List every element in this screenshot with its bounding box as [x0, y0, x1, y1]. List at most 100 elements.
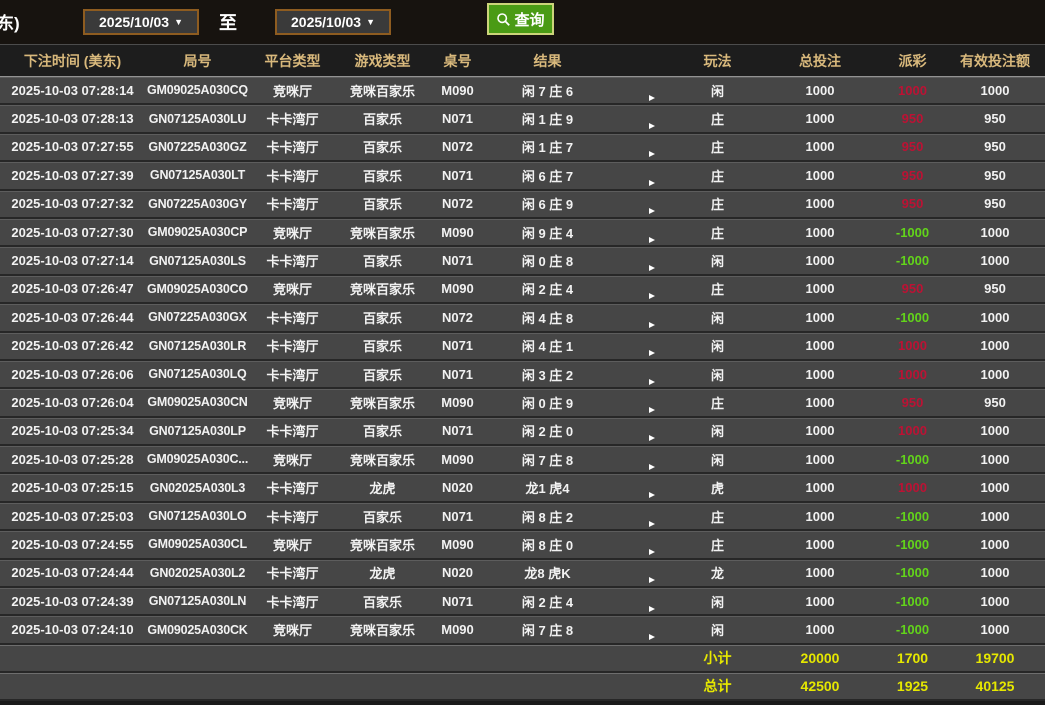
cell-valid-bet: 950 — [984, 281, 1006, 297]
cell-result: 闲 7 庄 8 — [521, 452, 574, 468]
cell-valid-bet: 950 — [984, 111, 1006, 127]
cell-game-type: 百家乐 — [362, 509, 402, 525]
cell-payout: -1000 — [895, 508, 930, 524]
search-button-label: 查询 — [514, 11, 545, 29]
chevron-down-icon: ▼ — [366, 17, 375, 27]
date-to-value: 2025/10/03 — [291, 14, 362, 30]
cell-bet-option: 闲 — [710, 254, 724, 270]
col-result: 结果 — [533, 52, 562, 69]
cell-round-id: GN07225A030GX — [148, 310, 247, 325]
cell-game-type: 百家乐 — [362, 594, 402, 610]
cell-payout: -1000 — [895, 253, 930, 269]
col-bet-option: 玩法 — [703, 52, 732, 69]
cell-round-id: GN07125A030LS — [149, 253, 246, 268]
cell-payout: 950 — [901, 139, 924, 155]
table-row: 2025-10-03 07:26:42 GN07125A030LR 卡卡湾厅 百… — [0, 332, 1045, 361]
cell-bet-time: 2025-10-03 07:27:32 — [11, 196, 134, 212]
cell-result: 龙8 虎K — [524, 566, 571, 582]
table-row: 2025-10-03 07:28:13 GN07125A030LU 卡卡湾厅 百… — [0, 105, 1045, 134]
cell-valid-bet: 1000 — [980, 309, 1010, 325]
cell-table-no: N020 — [441, 565, 474, 581]
table-row: 2025-10-03 07:27:32 GN07225A030GY 卡卡湾厅 百… — [0, 190, 1045, 219]
cell-valid-bet: 1000 — [980, 366, 1010, 382]
table-row: 2025-10-03 07:27:14 GN07125A030LS 卡卡湾厅 百… — [0, 247, 1045, 276]
cell-result: 闲 7 庄 8 — [521, 623, 574, 639]
cell-bet-option: 庄 — [710, 168, 724, 184]
cell-game-type: 竞咪百家乐 — [349, 623, 415, 639]
footer-strip — [0, 700, 1045, 705]
cell-bet-option: 庄 — [710, 282, 724, 298]
cell-payout: 950 — [901, 281, 924, 297]
cell-result: 闲 1 庄 7 — [521, 140, 574, 156]
cell-payout: 950 — [901, 111, 924, 127]
date-to-select[interactable]: 2025/10/03 ▼ — [275, 9, 391, 35]
search-icon — [496, 12, 511, 27]
cell-bet-option: 闲 — [710, 339, 724, 355]
cell-valid-bet: 1000 — [980, 565, 1010, 581]
col-bet-time: 下注时间 (美东) — [23, 52, 122, 69]
cell-result: 闲 4 庄 8 — [521, 310, 574, 326]
cell-round-id: GN07125A030LU — [148, 111, 247, 126]
cell-round-id: GN07125A030LP — [149, 423, 246, 438]
cell-payout: 1000 — [898, 366, 927, 382]
cell-table-no: N020 — [441, 480, 474, 496]
cell-game-type: 百家乐 — [362, 112, 402, 128]
cell-result: 闲 9 庄 4 — [521, 225, 574, 241]
cell-platform: 竞咪厅 — [272, 623, 312, 639]
cell-valid-bet: 1000 — [980, 622, 1010, 638]
cell-total-bet: 1000 — [805, 622, 835, 638]
betting-records-screen: 东) 2025/10/03 ▼ 至 2025/10/03 ▼ 查询 下注时间 (… — [0, 0, 1045, 705]
cell-total-bet: 1000 — [805, 565, 835, 581]
cell-total-bet: 1000 — [805, 508, 835, 524]
cell-round-id: GM09025A030CO — [147, 281, 248, 296]
cell-bet-time: 2025-10-03 07:27:39 — [11, 167, 134, 183]
cell-result: 闲 2 庄 4 — [521, 282, 574, 298]
cell-payout: -1000 — [895, 536, 930, 552]
date-from-select[interactable]: 2025/10/03 ▼ — [83, 9, 199, 35]
col-platform: 平台类型 — [264, 52, 321, 69]
cell-bet-option: 庄 — [710, 225, 724, 241]
cell-total-bet: 1000 — [805, 394, 835, 410]
table-row: 2025-10-03 07:28:14 GM09025A030CQ 竞咪厅 竞咪… — [0, 77, 1045, 106]
cell-valid-bet: 1000 — [980, 451, 1010, 467]
search-button[interactable]: 查询 — [487, 3, 554, 35]
cell-result: 闲 2 庄 0 — [521, 424, 574, 440]
cell-round-id: GM09025A030CP — [147, 225, 248, 240]
cell-round-id: GM09025A030C... — [146, 452, 249, 467]
cell-bet-time: 2025-10-03 07:26:44 — [11, 309, 134, 325]
cell-round-id: GN07125A030LQ — [148, 367, 247, 382]
cell-bet-time: 2025-10-03 07:24:39 — [11, 593, 134, 609]
cell-bet-option: 闲 — [710, 452, 724, 468]
cell-bet-time: 2025-10-03 07:26:06 — [11, 366, 134, 382]
table-row: 2025-10-03 07:27:39 GN07125A030LT 卡卡湾厅 百… — [0, 162, 1045, 191]
cell-bet-option: 庄 — [710, 140, 724, 156]
cell-total-bet: 1000 — [805, 224, 835, 240]
cell-result: 闲 8 庄 0 — [521, 537, 574, 553]
cell-valid-bet: 1000 — [980, 423, 1010, 439]
cell-platform: 卡卡湾厅 — [266, 112, 319, 128]
cell-payout: -1000 — [895, 565, 930, 581]
cell-platform: 卡卡湾厅 — [266, 481, 319, 497]
cell-valid-bet: 1000 — [980, 253, 1010, 269]
cell-bet-time: 2025-10-03 07:24:55 — [11, 536, 134, 552]
cell-valid-bet: 950 — [984, 139, 1006, 155]
cell-bet-time: 2025-10-03 07:28:14 — [11, 82, 134, 98]
cell-platform: 卡卡湾厅 — [266, 254, 319, 270]
cell-game-type: 百家乐 — [362, 254, 402, 270]
cell-bet-option: 庄 — [710, 509, 724, 525]
cell-platform: 竞咪厅 — [272, 452, 312, 468]
cell-payout: 950 — [901, 196, 924, 212]
toolbar: 东) 2025/10/03 ▼ 至 2025/10/03 ▼ 查询 — [0, 0, 1045, 44]
cell-result: 闲 4 庄 1 — [521, 339, 574, 355]
cell-payout: 1000 — [898, 338, 927, 354]
cell-bet-time: 2025-10-03 07:26:42 — [11, 338, 134, 354]
cell-table-no: N072 — [441, 309, 474, 325]
summary-row: 小计 20000 1700 19700 — [0, 644, 1045, 673]
cell-valid-bet: 1000 — [980, 82, 1010, 98]
cell-result: 闲 0 庄 9 — [521, 395, 574, 411]
cell-table-no: N071 — [441, 366, 474, 382]
cell-valid-bet: 950 — [984, 394, 1006, 410]
table-row: 2025-10-03 07:24:39 GN07125A030LN 卡卡湾厅 百… — [0, 588, 1045, 617]
cell-valid-bet: 1000 — [980, 508, 1010, 524]
cell-platform: 竞咪厅 — [272, 282, 312, 298]
